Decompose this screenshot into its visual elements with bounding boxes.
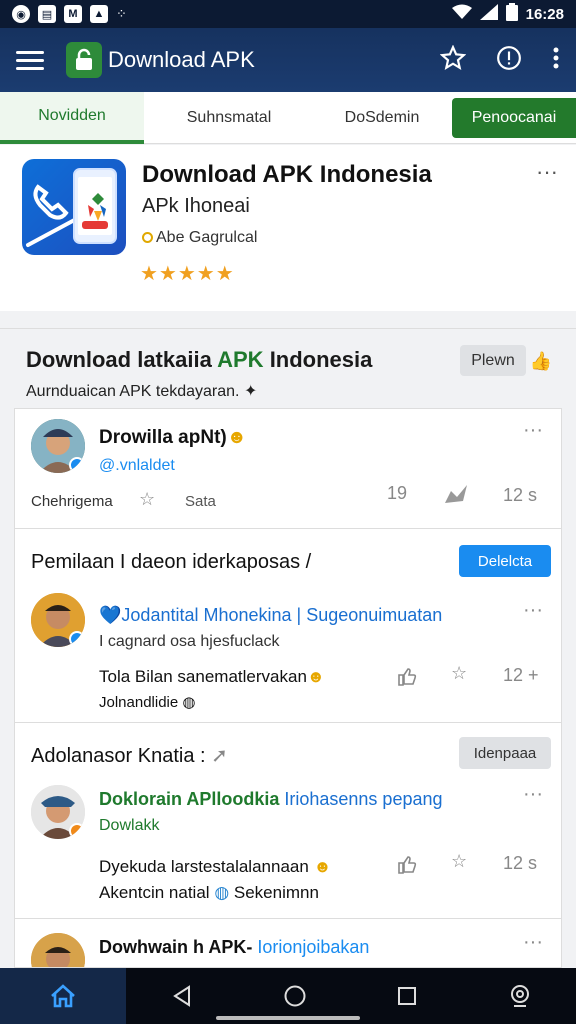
tab-bar: Novidden Suhnsmatal DoSdemin Penoocanai (0, 91, 576, 144)
emoji-icon: ☻ (306, 667, 325, 686)
tab-dosdemin[interactable]: DoSdemin (314, 92, 450, 144)
info-icon[interactable] (496, 45, 522, 76)
tab-novidden[interactable]: Novidden (0, 91, 144, 144)
verified-heart-icon: 💙 (99, 605, 122, 625)
status-bar: ◉ ▤ M ▲ ⁘ 16:28 (0, 0, 576, 28)
assistant-icon[interactable] (464, 984, 576, 1008)
post-handle: I cagnard osa hjesfuclack (99, 633, 280, 650)
post-count: 19 (387, 483, 408, 503)
post-text: Tola Bilan sanematlervakan☻ (99, 667, 325, 686)
status-time: 16:28 (525, 5, 564, 23)
like-icon[interactable] (397, 667, 417, 692)
leaf-icon: ✦ (243, 383, 258, 400)
like-icon[interactable] (397, 855, 417, 880)
thumbs-up-icon[interactable]: 👍 (530, 351, 552, 372)
group-title: Adolanasor Knatia : ➚ (31, 745, 228, 767)
photo-notification-icon: ▲ (90, 5, 108, 23)
share-icon[interactable] (443, 483, 469, 510)
star-icon[interactable]: ☆ (139, 489, 155, 510)
app-subtitle: APk Ihoneai (142, 195, 250, 217)
app-hero-card[interactable]: Download APK Indonesia APk Ihoneai Abe G… (0, 145, 576, 311)
group-title: Pemilaan I daeon iderkaposas / (31, 551, 312, 573)
mail-notification-icon: M (64, 5, 82, 23)
feed-card: Drowilla apNt)☻ @.vnlaldet ··· Chehrigem… (14, 408, 562, 968)
post-handle[interactable]: @.vnlaldet (99, 457, 175, 475)
notification-icons: ◉ ▤ M ▲ ⁘ (12, 5, 127, 23)
gesture-pill[interactable] (216, 1016, 360, 1020)
app-name: Download APK Indonesia (142, 161, 432, 188)
post-group: Pemilaan I daeon iderkaposas / Delelcta … (15, 529, 561, 723)
post-text-2: Akentcin natial ◍ Sekenimnn (99, 883, 319, 902)
avatar (31, 593, 85, 647)
post-group: Adolanasor Knatia : ➚ Idenpaaa Doklorain… (15, 723, 561, 919)
hamburger-icon[interactable] (16, 50, 44, 70)
section-title: Download latkaiia APK Indonesia (26, 347, 373, 372)
emoji-icon: ☻ (313, 857, 332, 876)
more-horiz-icon[interactable]: ··· (523, 419, 543, 442)
feed-post[interactable]: Dowhwain h APK- Iorionjoibakan ··· (15, 919, 561, 967)
star-icon[interactable]: ☆ (451, 851, 467, 872)
more-horiz-icon[interactable]: ··· (536, 159, 558, 185)
post-handle[interactable]: Dowlakk (99, 817, 159, 835)
post-text: Dyekuda larstestalalannaan ☻ (99, 857, 332, 876)
app-meta: Abe Gagrulcal (142, 229, 257, 247)
tab-suhnsmatal[interactable]: Suhnsmatal (144, 92, 314, 144)
post-count: 12 + (503, 665, 539, 685)
battery-icon (505, 3, 518, 25)
more-vert-icon[interactable] (552, 46, 560, 75)
penoocanai-button[interactable]: Penoocanai (452, 97, 576, 138)
avatar (31, 785, 85, 839)
post-author[interactable]: Dowhwain h APK- Iorionjoibakan (99, 937, 369, 958)
smile-emoji-icon: ☻ (226, 427, 247, 448)
post-author[interactable]: 💙Jodantital Mhonekina | Sugeonuimuatan (99, 605, 442, 626)
post-author[interactable]: Doklorain APlloodkia Iriohasenns pepang (99, 789, 443, 810)
home-circle-icon[interactable] (239, 984, 352, 1008)
star-icon[interactable]: ☆ (451, 663, 467, 684)
avatar (31, 419, 85, 473)
star-outline-icon[interactable] (439, 43, 467, 76)
cell-signal-icon (479, 4, 498, 24)
delelcta-button[interactable]: Delelcta (459, 545, 551, 577)
app-bar: Download APK (0, 28, 576, 92)
plewn-button[interactable]: Plewn (460, 345, 526, 376)
arrow-icon: ➚ (211, 745, 228, 767)
more-horiz-icon[interactable]: ··· (523, 599, 543, 622)
app-notification-icon: ◉ (12, 5, 30, 23)
back-icon[interactable] (126, 985, 239, 1007)
post-text-2: Jolnandlidie ◍ (99, 694, 196, 711)
section-header: Download latkaiia APK Indonesia Aurnduai… (0, 328, 576, 408)
globe-icon: ◍ (182, 694, 196, 711)
globe-icon: ◍ (214, 883, 230, 902)
document-notification-icon: ▤ (38, 5, 56, 23)
post-meta-mid: Sata (185, 493, 216, 510)
app-icon (22, 159, 126, 255)
lock-logo-icon (66, 42, 102, 78)
more-horiz-icon[interactable]: ··· (523, 783, 543, 806)
idenpaaa-button[interactable]: Idenpaaa (459, 737, 551, 769)
post-count-2: 12 s (503, 485, 538, 505)
app-meta-text: Abe Gagrulcal (156, 229, 258, 246)
feed-post[interactable]: Drowilla apNt)☻ @.vnlaldet ··· Chehrigem… (15, 409, 561, 529)
rating-stars: ★★★★★ (140, 263, 235, 285)
wifi-icon (451, 4, 472, 24)
ring-icon (142, 232, 153, 243)
post-count: 12 s (503, 853, 538, 873)
section-subtitle: Aurnduaican APK tekdayaran. ✦ (26, 383, 258, 400)
more-horiz-icon[interactable]: ··· (523, 931, 543, 954)
home-icon[interactable] (0, 968, 126, 1024)
recents-icon[interactable] (351, 986, 464, 1006)
post-author: Drowilla apNt)☻ (99, 427, 247, 448)
add-icon: + (528, 665, 539, 685)
app-title: Download APK (108, 47, 255, 72)
signal-dots-icon: ⁘ (116, 6, 127, 21)
avatar (31, 933, 85, 967)
post-meta-left: Chehrigema (31, 493, 113, 510)
